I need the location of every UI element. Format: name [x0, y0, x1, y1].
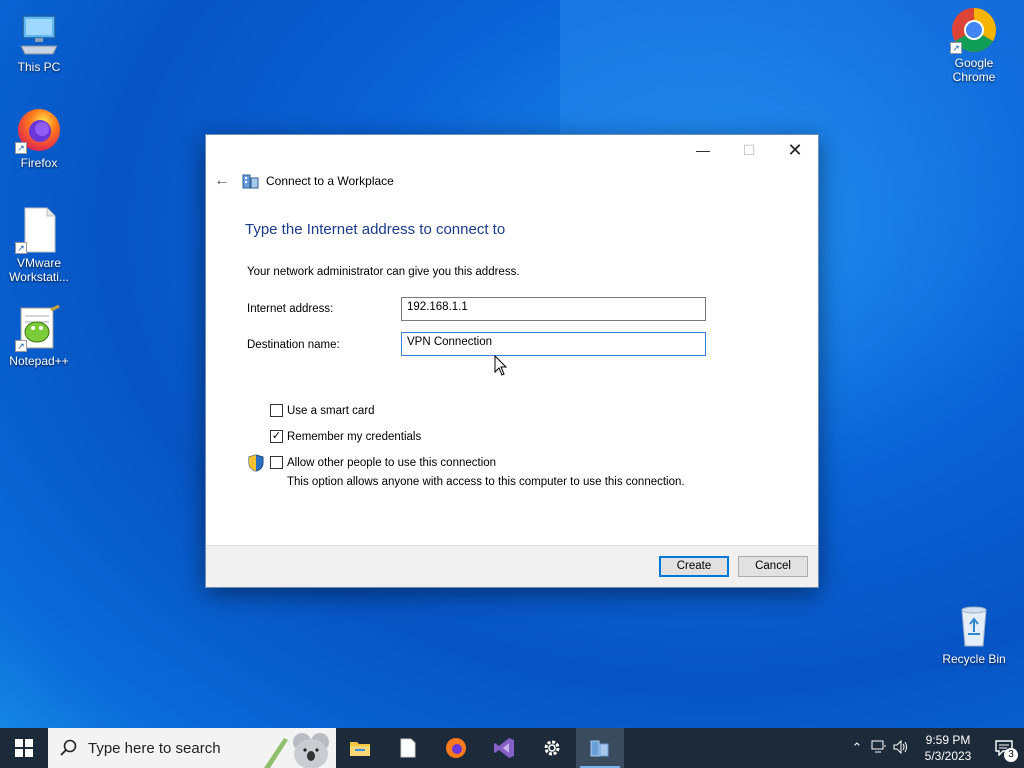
taskbar-notepad[interactable]: [384, 728, 432, 768]
title-bar[interactable]: — ☐ ✕: [206, 135, 818, 167]
gear-icon: [544, 740, 560, 756]
taskbar-network-connections[interactable]: [576, 728, 624, 768]
start-button[interactable]: [0, 728, 48, 768]
volume-icon[interactable]: [890, 739, 912, 757]
taskbar-visual-studio[interactable]: [480, 728, 528, 768]
desktop-icon-label: Notepad++: [9, 354, 69, 368]
desktop-icon-notepadpp[interactable]: ↗ Notepad++: [1, 304, 77, 368]
dialog-footer: Create Cancel: [206, 545, 818, 587]
internet-address-input[interactable]: 192.168.1.1: [401, 297, 706, 321]
search-icon: [60, 739, 77, 756]
smart-card-option[interactable]: Use a smart card: [270, 404, 375, 417]
taskbar-firefox[interactable]: [432, 728, 480, 768]
cancel-button[interactable]: Cancel: [738, 556, 808, 577]
document-icon: ↗: [15, 206, 63, 254]
connect-workplace-dialog: — ☐ ✕ ← Connect to a Workplace Type the …: [205, 134, 819, 588]
desktop-icon-label: VMware Workstati...: [9, 256, 69, 284]
chrome-icon: ↗: [950, 6, 998, 54]
shortcut-arrow-icon: ↗: [15, 142, 27, 154]
page-heading: Type the Internet address to connect to: [245, 221, 506, 238]
clock-date: 5/3/2023: [924, 749, 972, 763]
visual-studio-icon: [494, 738, 514, 758]
desktop-icon-chrome[interactable]: ↗ Google Chrome: [936, 6, 1012, 84]
maximize-button[interactable]: ☐: [726, 135, 772, 165]
allow-others-label: Allow other people to use this connectio…: [287, 456, 497, 469]
clock-time: 9:59 PM: [925, 733, 971, 747]
chevron-up-icon[interactable]: ⌃: [846, 740, 868, 756]
desktop-icon-vmware[interactable]: ↗ VMware Workstati...: [1, 206, 77, 284]
allow-others-note: This option allows anyone with access to…: [287, 476, 685, 488]
destination-name-input[interactable]: VPN Connection: [401, 332, 706, 356]
desktop-icon-label: Google Chrome: [952, 56, 996, 84]
desktop-icon-label: This PC: [17, 60, 61, 74]
taskbar-settings[interactable]: [528, 728, 576, 768]
search-placeholder: Type here to search: [88, 739, 221, 757]
desktop-icon-recycle-bin[interactable]: Recycle Bin: [936, 602, 1012, 666]
shortcut-arrow-icon: ↗: [15, 242, 27, 254]
smart-card-checkbox[interactable]: [270, 404, 283, 417]
internet-address-label: Internet address:: [247, 303, 334, 315]
wizard-title: Connect to a Workplace: [266, 174, 394, 188]
network-status-icon[interactable]: [868, 740, 890, 757]
info-text: Your network administrator can give you …: [247, 266, 520, 278]
taskbar: Type here to search ⌃ 9:59 PM 5/3/2023 3: [0, 728, 1024, 768]
network-workplace-icon: [242, 172, 260, 190]
action-center-button[interactable]: 3: [984, 728, 1024, 768]
windows-logo-icon: [15, 739, 33, 757]
system-tray: ⌃ 9:59 PM 5/3/2023 3: [846, 728, 1024, 768]
shortcut-arrow-icon: ↗: [950, 42, 962, 54]
notification-count-badge: 3: [1004, 748, 1018, 762]
computer-icon: [15, 10, 63, 58]
koala-illustration-icon: [264, 733, 329, 768]
shortcut-arrow-icon: ↗: [15, 340, 27, 352]
taskbar-clock[interactable]: 9:59 PM 5/3/2023: [912, 732, 984, 764]
desktop-icon-label: Recycle Bin: [942, 652, 1006, 666]
network-workplace-icon: [590, 740, 609, 757]
taskbar-search[interactable]: Type here to search: [48, 728, 336, 768]
remember-credentials-label: Remember my credentials: [287, 430, 422, 443]
notepadpp-icon: ↗: [15, 304, 63, 352]
document-icon: [400, 738, 416, 758]
firefox-icon: ↗: [15, 106, 63, 154]
back-arrow-icon[interactable]: ←: [214, 172, 234, 190]
destination-name-label: Destination name:: [247, 339, 340, 351]
desktop-icon-firefox[interactable]: ↗ Firefox: [1, 106, 77, 170]
remember-credentials-checkbox[interactable]: ✓: [270, 430, 283, 443]
desktop-icon-label: Firefox: [20, 156, 58, 170]
uac-shield-icon: [248, 454, 264, 472]
folder-icon: [350, 742, 370, 756]
remember-credentials-option[interactable]: ✓ Remember my credentials: [270, 430, 421, 443]
desktop-icon-this-pc[interactable]: This PC: [1, 10, 77, 74]
recycle-bin-icon: [950, 602, 998, 650]
taskbar-file-explorer[interactable]: [336, 728, 384, 768]
mouse-cursor-icon: [494, 354, 508, 377]
allow-others-option[interactable]: Allow other people to use this connectio…: [270, 456, 496, 469]
firefox-icon: [446, 738, 466, 758]
close-button[interactable]: ✕: [772, 135, 818, 165]
allow-others-checkbox[interactable]: [270, 456, 283, 469]
minimize-button[interactable]: —: [680, 135, 726, 165]
create-button[interactable]: Create: [659, 556, 729, 577]
wizard-nav: ← Connect to a Workplace: [214, 171, 394, 191]
smart-card-label: Use a smart card: [287, 404, 375, 417]
